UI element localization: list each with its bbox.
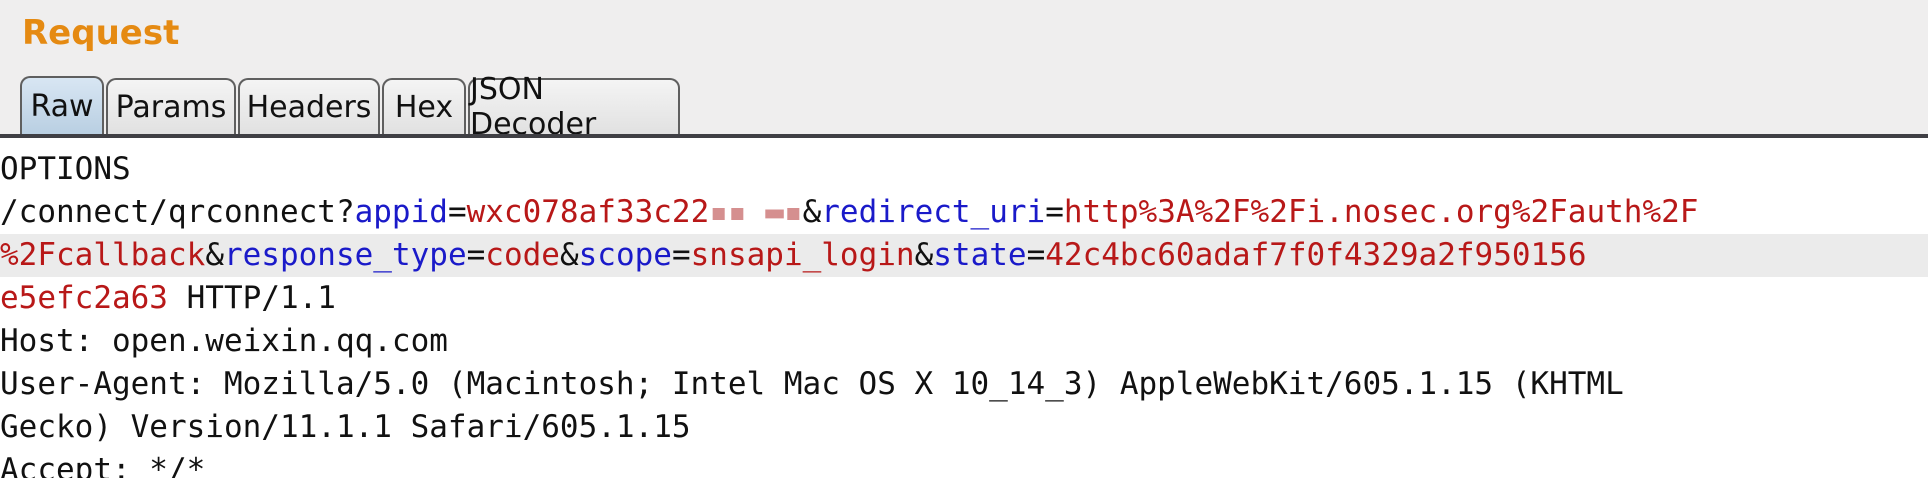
ampersand: & <box>559 237 579 273</box>
http-version: HTTP/1.1 <box>167 280 336 316</box>
header-accept: Accept: */* <box>0 452 206 478</box>
param-key-state: state <box>933 237 1027 273</box>
tab-headers[interactable]: Headers <box>238 78 380 134</box>
request-url-line-continued: %2Fcallback&response_type=code&scope=sns… <box>0 234 1928 277</box>
equals: = <box>1045 194 1064 230</box>
param-value-response-type: code <box>485 237 560 273</box>
redacted-value: ▪▪ ▬▪ <box>709 194 803 230</box>
header-user-agent: User-Agent: Mozilla/5.0 (Macintosh; Inte… <box>0 366 1624 402</box>
param-key-redirect-uri: redirect_uri <box>821 194 1046 230</box>
equals: = <box>447 194 467 230</box>
param-value-state: 42c4bc60adaf7f0f4329a2f950156 <box>1045 237 1587 273</box>
param-key-response-type: response_type <box>223 237 467 273</box>
param-key-appid: appid <box>354 194 448 230</box>
header-host: Host: open.weixin.qq.com <box>0 323 448 359</box>
ampersand: & <box>914 237 934 273</box>
param-value-appid: wxc078af33c22 <box>466 194 710 230</box>
tab-raw[interactable]: Raw <box>20 76 104 134</box>
param-value-scope: snsapi_login <box>690 237 915 273</box>
equals: = <box>671 237 691 273</box>
header-user-agent-cont: Gecko) Version/11.1.1 Safari/605.1.15 <box>0 409 691 445</box>
param-key-scope: scope <box>578 237 672 273</box>
request-method-line: OPTIONS <box>0 151 131 187</box>
ampersand: & <box>205 237 224 273</box>
param-value-redirect-uri: http%3A%2F%2Fi.nosec.org%2Fauth%2F <box>1063 194 1699 230</box>
tab-hex[interactable]: Hex <box>382 78 466 134</box>
request-tab-bar: Raw Params Headers Hex JSON Decoder <box>20 72 682 142</box>
tab-json-decoder[interactable]: JSON Decoder <box>468 72 680 142</box>
tab-params[interactable]: Params <box>106 78 236 134</box>
request-url-line: /connect/qrconnect?appid=wxc078af33c22▪▪… <box>0 191 1698 234</box>
param-value-state-cont: e5efc2a63 <box>0 280 168 316</box>
url-path: /connect/qrconnect? <box>0 194 355 230</box>
request-protocol-line: e5efc2a63 HTTP/1.1 <box>0 277 336 320</box>
param-value-redirect-uri-cont: %2Fcallback <box>0 237 206 273</box>
equals: = <box>466 237 486 273</box>
equals: = <box>1026 237 1046 273</box>
raw-request-editor[interactable]: OPTIONS /connect/qrconnect?appid=wxc078a… <box>0 138 1928 478</box>
request-panel-title: Request <box>22 13 180 53</box>
ampersand: & <box>802 194 822 230</box>
